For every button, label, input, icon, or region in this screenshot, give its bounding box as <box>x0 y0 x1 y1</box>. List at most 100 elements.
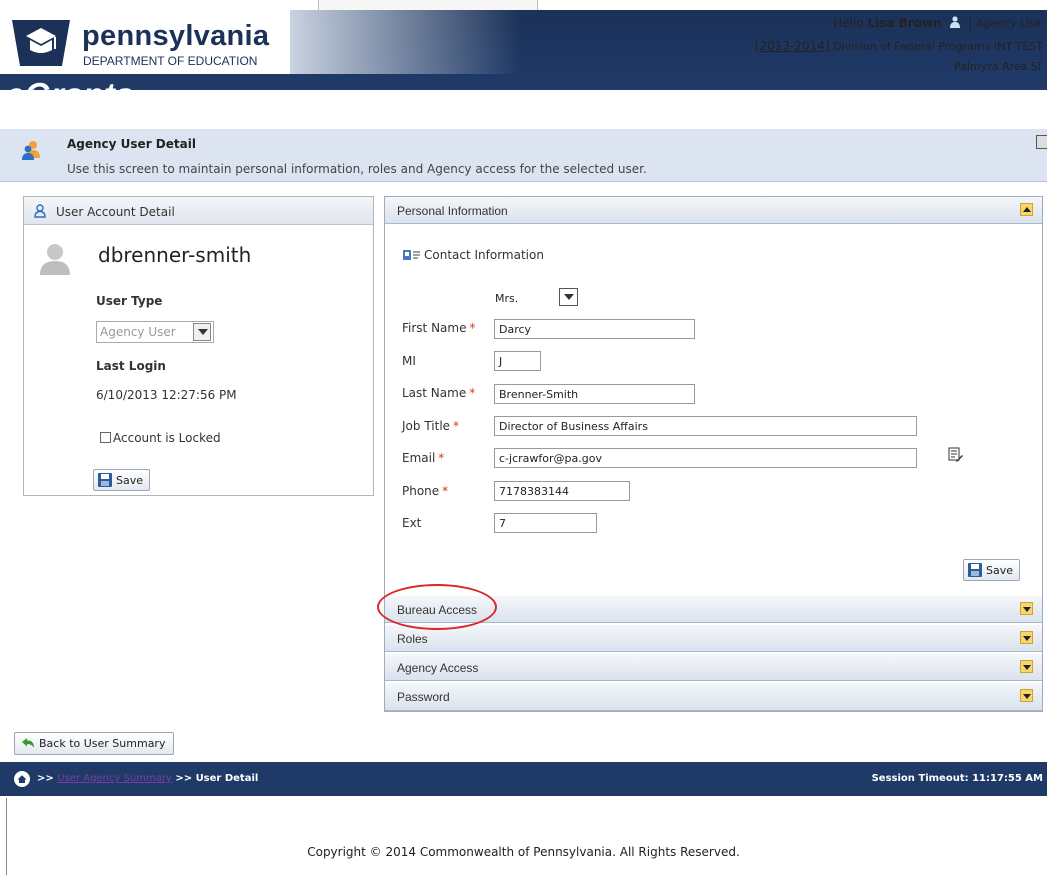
job-title-label: Job Title * <box>402 419 459 433</box>
contact-information-title: Contact Information <box>424 248 544 262</box>
breadcrumb-bar: >> User Agency Summary >> User Detail Se… <box>0 762 1047 796</box>
account-locked-label: Account is Locked <box>113 431 221 445</box>
required-mark: * <box>438 451 445 465</box>
chevron-down-icon <box>938 97 949 103</box>
breadcrumb-separator: >> <box>175 773 193 784</box>
salutation-value: Mrs. <box>495 292 519 305</box>
nav-help-label: Help <box>902 94 931 107</box>
collapse-icon[interactable] <box>1020 203 1033 216</box>
back-arrow-icon <box>22 738 34 748</box>
user-greeting: Hello Lisa Brown | Agency Use <box>833 16 1041 30</box>
accordion-roles[interactable]: Roles <box>385 625 1042 652</box>
breadcrumb-separator: >> <box>37 773 54 784</box>
page-description: Use this screen to maintain personal inf… <box>67 162 647 176</box>
pde-logo[interactable]: pennsylvania DEPARTMENT OF EDUCATION <box>0 10 290 74</box>
accordion-agency-access[interactable]: Agency Access <box>385 654 1042 681</box>
job-title-field[interactable]: Director of Business Affairs <box>494 416 917 436</box>
last-name-label: Last Name * <box>402 386 475 400</box>
email-label: Email * <box>402 451 444 465</box>
back-to-user-summary-button[interactable]: Back to User Summary <box>14 732 175 755</box>
salutation-select[interactable]: Mrs. <box>491 287 581 309</box>
logo-fade <box>290 10 520 74</box>
user-account-title: User Account Detail <box>56 205 175 219</box>
email-text: Email <box>402 451 436 465</box>
job-title-text: Job Title <box>402 419 451 433</box>
back-label: Back to User Summary <box>39 737 166 750</box>
breadcrumb-user-agency-summary[interactable]: User Agency Summary <box>57 773 172 784</box>
email-field[interactable]: c-jcrawfor@pa.gov <box>494 448 917 468</box>
user-type-select[interactable]: Agency User <box>96 321 214 343</box>
nav-home[interactable]: Home <box>486 94 522 107</box>
nav-administration[interactable]: Administration <box>752 94 863 107</box>
chevron-down-icon <box>193 323 211 341</box>
email-edit-icon[interactable] <box>948 447 964 463</box>
user-type-value: Agency User <box>100 325 176 339</box>
personal-save-label: Save <box>986 564 1014 577</box>
print-icon[interactable] <box>1036 135 1047 149</box>
avatar <box>40 244 70 275</box>
left-edge-line <box>6 798 7 875</box>
user-name[interactable]: Lisa Brown <box>867 16 941 30</box>
last-name-field[interactable]: Brenner-Smith <box>494 384 695 404</box>
keystone-icon <box>12 20 70 66</box>
required-mark: * <box>453 419 460 433</box>
logo-subtitle: DEPARTMENT OF EDUCATION <box>83 54 258 68</box>
greeting-separator: | <box>968 16 973 30</box>
save-icon <box>968 563 982 577</box>
browser-top-strip <box>0 0 1047 10</box>
chevron-down-icon <box>704 97 715 103</box>
expand-icon[interactable] <box>1020 602 1033 615</box>
required-mark: * <box>469 386 476 400</box>
required-mark: * <box>442 484 449 498</box>
expand-icon[interactable] <box>1020 689 1033 702</box>
required-mark: * <box>469 321 476 335</box>
home-icon[interactable] <box>14 771 30 787</box>
account-save-button[interactable]: Save <box>93 469 151 491</box>
last-login-label: Last Login <box>96 359 166 373</box>
program-year-link[interactable]: [2013-2014] <box>755 39 830 53</box>
account-locked-checkbox[interactable] <box>100 432 111 443</box>
session-timeout: Session Timeout: 11:17:55 AM <box>871 773 1043 784</box>
user-icon <box>950 16 961 28</box>
division-name: Division of Federal Programs INT TEST <box>833 40 1043 53</box>
user-type-label: User Type <box>96 294 163 308</box>
password-title: Password <box>397 690 450 704</box>
page-title: Agency User Detail <box>67 137 196 151</box>
copyright: Copyright © 2014 Commonwealth of Pennsyl… <box>307 845 740 859</box>
program-year-line: [2013-2014] Division of Federal Programs… <box>755 39 1043 53</box>
accordion-panel: Personal Information Contact Information… <box>384 196 1043 712</box>
account-locked-row[interactable]: Account is Locked <box>100 431 221 445</box>
mi-field[interactable]: J <box>494 351 541 371</box>
ext-label: Ext <box>402 516 422 530</box>
user-role: Agency Use <box>976 17 1041 30</box>
accordion-personal-information[interactable]: Personal Information <box>385 197 1042 224</box>
nav-help[interactable]: Help <box>902 94 949 107</box>
phone-text: Phone <box>402 484 440 498</box>
first-name-text: First Name <box>402 321 467 335</box>
nav-grants-label: Grants Management <box>570 94 697 107</box>
ext-field[interactable]: 7 <box>494 513 597 533</box>
first-name-field[interactable]: Darcy <box>494 319 695 339</box>
chevron-down-icon <box>559 288 578 306</box>
logo-name: pennsylvania <box>82 20 270 52</box>
phone-label: Phone * <box>402 484 448 498</box>
expand-icon[interactable] <box>1020 660 1033 673</box>
account-save-label: Save <box>116 474 144 487</box>
last-name-text: Last Name <box>402 386 467 400</box>
mi-label: MI <box>402 354 416 368</box>
highlight-circle <box>377 584 497 630</box>
district-name: Palmyra Area SI <box>954 60 1041 73</box>
breadcrumb: >> User Agency Summary >> User Detail <box>37 773 258 784</box>
expand-icon[interactable] <box>1020 631 1033 644</box>
accordion-password[interactable]: Password <box>385 683 1042 711</box>
user-icon <box>34 204 46 218</box>
nav-logout[interactable]: Logout <box>985 94 1028 107</box>
contact-information-heading: Contact Information <box>403 248 544 262</box>
site-header: pennsylvania DEPARTMENT OF EDUCATION eGr… <box>0 10 1047 113</box>
agency-access-title: Agency Access <box>397 661 479 675</box>
personal-save-button[interactable]: Save <box>963 559 1021 581</box>
last-login-value: 6/10/2013 12:27:56 PM <box>96 388 237 402</box>
hello-prefix: Hello <box>833 16 864 30</box>
phone-field[interactable]: 7178383144 <box>494 481 630 501</box>
nav-grants-management[interactable]: Grants Management <box>570 94 715 107</box>
